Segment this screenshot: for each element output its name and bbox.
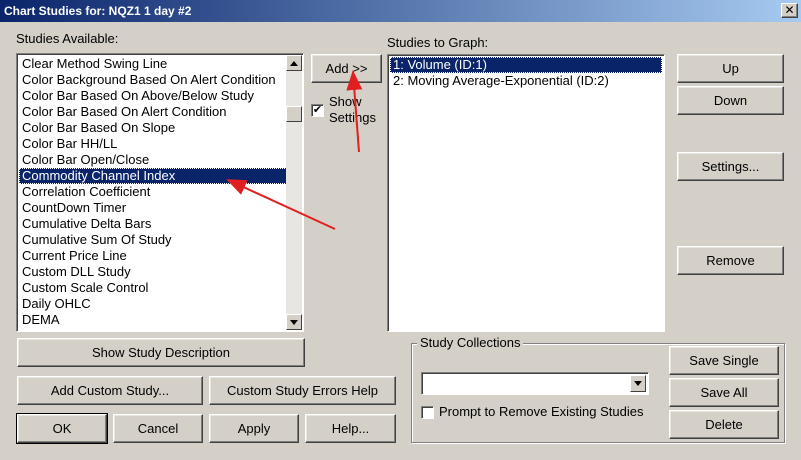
study-list-item[interactable]: Commodity Channel Index (19, 168, 287, 184)
settings-button[interactable]: Settings... (677, 152, 784, 181)
window-title: Chart Studies for: NQZ1 1 day #2 (4, 4, 192, 18)
study-list-item[interactable]: Current Price Line (19, 248, 287, 264)
arrow-up-icon (290, 60, 298, 66)
scroll-thumb[interactable] (286, 106, 302, 122)
remove-button[interactable]: Remove (677, 246, 784, 275)
studies-to-graph-list[interactable]: 1: Volume (ID:1) 2: Moving Average-Expone… (387, 54, 665, 332)
ok-button[interactable]: OK (16, 413, 108, 444)
study-list-item[interactable]: Color Bar Based On Above/Below Study (19, 88, 287, 104)
studies-to-graph-label: Studies to Graph: (387, 35, 489, 50)
studies-available-label: Studies Available: (16, 31, 119, 46)
study-list-item[interactable]: Color Bar Open/Close (19, 152, 287, 168)
studies-available-list[interactable]: Clear Method Swing Line Color Background … (16, 53, 304, 332)
add-study-button[interactable]: Add >> (311, 54, 382, 83)
study-list-item[interactable]: DEMA (19, 312, 287, 328)
graph-list-item[interactable]: 2: Moving Average-Exponential (ID:2) (390, 73, 662, 89)
add-custom-study-button[interactable]: Add Custom Study... (17, 376, 203, 405)
show-settings-label-line1: Show (329, 94, 362, 109)
study-list-item[interactable]: Clear Method Swing Line (19, 56, 287, 72)
show-settings-label: Show Settings (329, 94, 376, 126)
prompt-remove-label: Prompt to Remove Existing Studies (439, 404, 644, 419)
study-list-item[interactable]: Color Bar Based On Alert Condition (19, 104, 287, 120)
study-list-item[interactable]: Cumulative Sum Of Study (19, 232, 287, 248)
study-list-item[interactable]: Cumulative Delta Bars (19, 216, 287, 232)
prompt-remove-checkbox[interactable] (421, 406, 434, 419)
custom-study-errors-help-button[interactable]: Custom Study Errors Help (209, 376, 396, 405)
study-list-item[interactable]: Color Bar HH/LL (19, 136, 287, 152)
study-list-item[interactable]: Custom Scale Control (19, 280, 287, 296)
show-study-description-button[interactable]: Show Study Description (17, 338, 305, 367)
show-settings-label-line2: Settings (329, 110, 376, 125)
combo-dropdown-button[interactable] (630, 375, 646, 392)
title-bar: Chart Studies for: NQZ1 1 day #2 (0, 0, 801, 22)
study-list-item[interactable]: Color Background Based On Alert Conditio… (19, 72, 287, 88)
show-settings-checkbox[interactable]: ✔ (311, 104, 324, 117)
study-collections-label: Study Collections (417, 335, 524, 350)
save-all-button[interactable]: Save All (669, 378, 779, 407)
check-icon: ✔ (312, 104, 323, 116)
study-list-item[interactable]: Correlation Coefficient (19, 184, 287, 200)
study-list-item[interactable]: Daily OHLC (19, 296, 287, 312)
studies-scrollbar[interactable] (286, 55, 302, 330)
arrow-down-icon (290, 319, 298, 325)
study-collections-combo[interactable] (421, 372, 649, 395)
move-down-button[interactable]: Down (677, 86, 784, 115)
study-list-item[interactable]: Color Bar Based On Slope (19, 120, 287, 136)
move-up-button[interactable]: Up (677, 54, 784, 83)
apply-button[interactable]: Apply (209, 414, 299, 443)
close-icon[interactable]: ✕ (781, 3, 798, 18)
study-list-item[interactable]: CountDown Timer (19, 200, 287, 216)
cancel-button[interactable]: Cancel (113, 414, 203, 443)
graph-list-item[interactable]: 1: Volume (ID:1) (390, 57, 662, 73)
scroll-up-button[interactable] (286, 55, 302, 71)
study-list-item[interactable]: Custom DLL Study (19, 264, 287, 280)
save-single-button[interactable]: Save Single (669, 346, 779, 375)
chevron-down-icon (634, 381, 642, 386)
delete-button[interactable]: Delete (669, 410, 779, 439)
help-button[interactable]: Help... (305, 414, 396, 443)
scroll-down-button[interactable] (286, 314, 302, 330)
